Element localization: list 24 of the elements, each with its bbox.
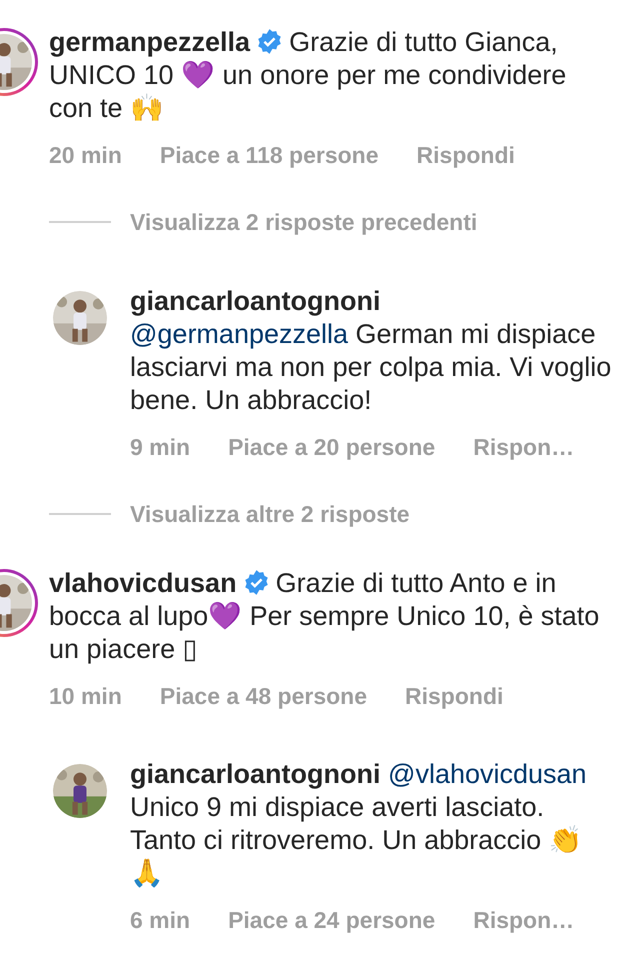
mention-link[interactable]: @germanpezzella bbox=[130, 319, 348, 349]
comment-text: germanpezzella Grazie di tutto Gianca, UNICO 10 💜 un onore per me condividere con te 🙌 bbox=[49, 26, 568, 125]
timestamp: 10 min bbox=[49, 682, 122, 711]
reply-link[interactable]: Rispondi bbox=[416, 138, 515, 172]
view-replies-link[interactable]: Visualizza altre 2 risposte bbox=[130, 496, 410, 531]
comment-text: vlahovicdusan Grazie di tutto Anto e in bocca al lupo💜 Per sempre Unico 10, è stato un piacere ▯ bbox=[49, 567, 600, 666]
reply-link[interactable]: Rispon… bbox=[473, 430, 574, 464]
username[interactable]: giancarloantognoni bbox=[130, 758, 381, 788]
reply-link[interactable]: Rispondi bbox=[405, 679, 504, 714]
comment-text: giancarloantognoni @vlahovicdusan Unico 9 mi dispiace averti lasciato. Tanto ci ritroveremo. Un abbraccio 👏🙏 bbox=[130, 758, 588, 890]
timestamp: 20 min bbox=[49, 141, 122, 170]
mention-link[interactable]: @vlahovicdusan bbox=[388, 758, 587, 788]
comment-text: giancarloantognoni @germanpezzella German mi dispiace lasciarvi ma non per colpa mia. Vi voglio bene. Un abbraccio! bbox=[130, 285, 612, 417]
likes-link[interactable]: Piace a 20 persone bbox=[228, 430, 436, 464]
view-replies-link[interactable]: Visualizza 2 risposte precedenti bbox=[130, 204, 478, 239]
likes-link[interactable]: Piace a 48 persone bbox=[160, 679, 367, 714]
reply-link[interactable]: Rispon… bbox=[473, 902, 574, 937]
timestamp: 6 min bbox=[130, 906, 190, 934]
username[interactable]: giancarloantognoni bbox=[130, 286, 381, 316]
likes-link[interactable]: Piace a 24 persone bbox=[228, 902, 436, 937]
timestamp: 9 min bbox=[130, 433, 190, 462]
username[interactable]: vlahovicdusan bbox=[49, 568, 237, 598]
username[interactable]: germanpezzella bbox=[49, 27, 250, 57]
likes-link[interactable]: Piace a 118 persone bbox=[160, 138, 379, 172]
